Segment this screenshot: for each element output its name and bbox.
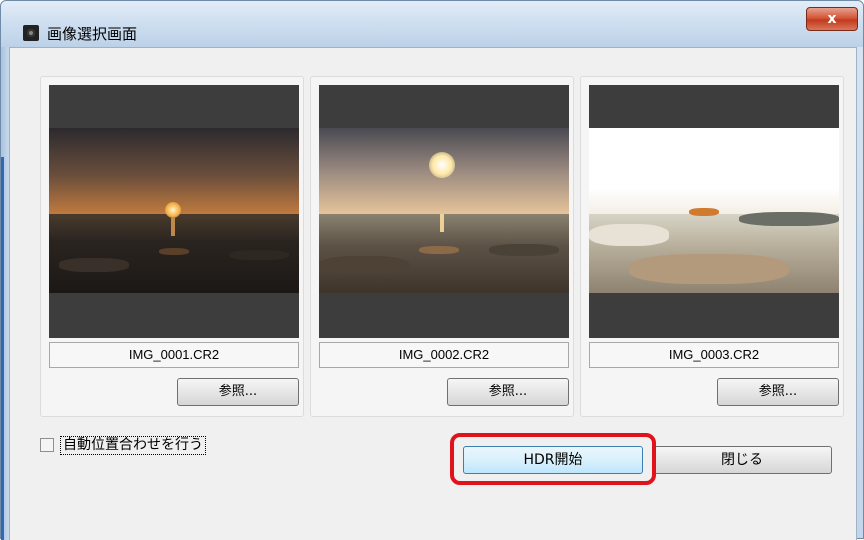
auto-align-checkbox[interactable]	[40, 438, 54, 452]
close-button[interactable]: 閉じる	[652, 446, 832, 474]
photo-1	[49, 128, 299, 293]
camera-icon	[23, 25, 39, 41]
image-panel-2: IMG_0002.CR2 参照...	[310, 76, 574, 417]
auto-align-option[interactable]: 自動位置合わせを行う	[40, 435, 206, 455]
thumbnail-1	[49, 85, 299, 338]
browse-button-1[interactable]: 参照...	[177, 378, 299, 406]
image-panel-3: IMG_0003.CR2 参照...	[580, 76, 844, 417]
thumbnail-2	[319, 85, 569, 338]
thumbnail-3	[589, 85, 839, 338]
browse-button-2[interactable]: 参照...	[447, 378, 569, 406]
auto-align-label[interactable]: 自動位置合わせを行う	[60, 435, 206, 455]
window-title: 画像選択画面	[47, 25, 138, 43]
window-frame-edge	[1, 47, 9, 540]
browse-button-3[interactable]: 参照...	[717, 378, 839, 406]
photo-3	[589, 128, 839, 293]
filename-field-1: IMG_0001.CR2	[49, 342, 299, 368]
title-bar[interactable]: 画像選択画面 x	[1, 1, 863, 47]
close-window-button[interactable]: x	[806, 7, 858, 31]
photo-2	[319, 128, 569, 293]
filename-field-2: IMG_0002.CR2	[319, 342, 569, 368]
hdr-start-button[interactable]: HDR開始	[463, 446, 643, 474]
image-panel-1: IMG_0001.CR2 参照...	[40, 76, 304, 417]
image-selection-dialog: 画像選択画面 x IMG_0001.CR2 参照... IMG_0002.CR2…	[0, 0, 864, 540]
filename-field-3: IMG_0003.CR2	[589, 342, 839, 368]
